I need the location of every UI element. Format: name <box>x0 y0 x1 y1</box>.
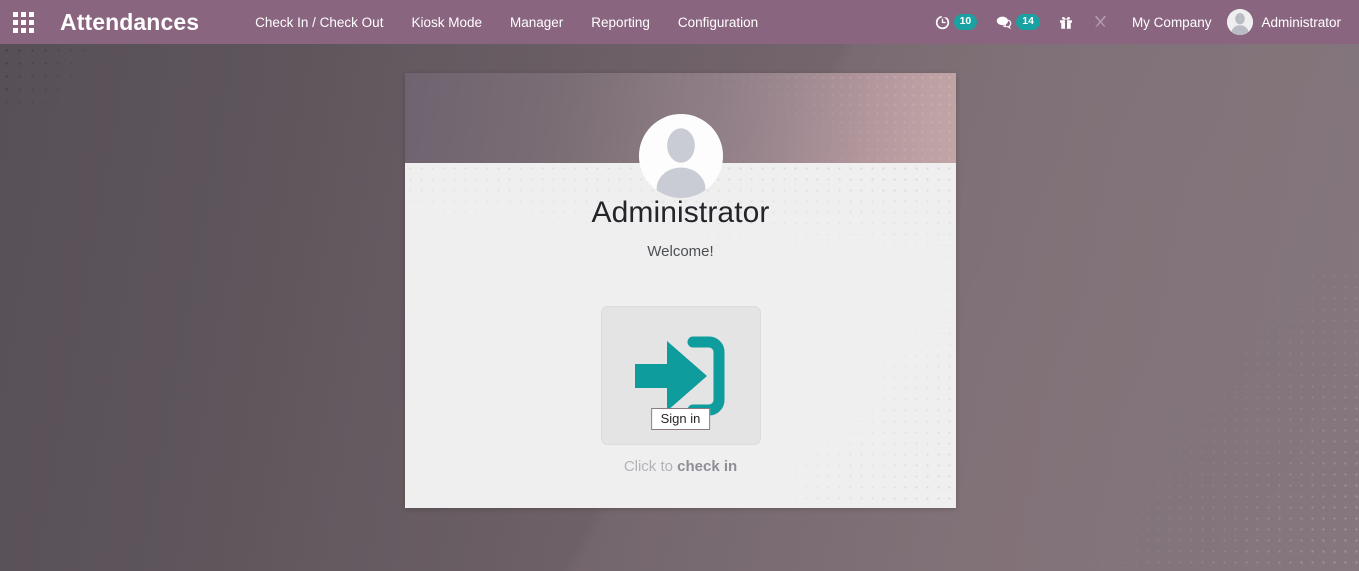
sign-in-button[interactable]: Sign in <box>601 306 761 445</box>
background-dots-bottom-right <box>999 271 1359 571</box>
card-header-text: Administrator Welcome! <box>405 196 956 260</box>
background-dots-top-left <box>0 44 150 104</box>
menu-item-kiosk-mode[interactable]: Kiosk Mode <box>397 9 496 36</box>
attendance-card: Administrator Welcome! Sign in Click to … <box>405 73 956 508</box>
menu-item-manager[interactable]: Manager <box>496 9 577 36</box>
menu-item-configuration[interactable]: Configuration <box>664 9 772 36</box>
apps-grid-icon <box>13 12 34 33</box>
messages-menu-button[interactable]: 14 <box>986 10 1049 35</box>
systray: 10 14 <box>925 6 1347 38</box>
main-menu: Check In / Check Out Kiosk Mode Manager … <box>241 9 772 36</box>
sign-in-area: Sign in <box>601 306 761 445</box>
activities-menu-button[interactable]: 10 <box>925 10 987 35</box>
activity-clock-icon <box>934 14 951 31</box>
wrench-tools-icon <box>1092 14 1109 31</box>
check-in-hint-strong: check in <box>677 458 737 475</box>
check-in-hint-prefix: Click to <box>624 458 677 475</box>
messages-chat-icon <box>995 14 1013 31</box>
user-menu-label: Administrator <box>1261 15 1341 30</box>
activities-badge-count: 10 <box>954 14 978 30</box>
messages-badge-count: 14 <box>1016 14 1040 30</box>
gift-box-icon <box>1058 14 1074 31</box>
sign-in-arrow-icon <box>631 331 731 421</box>
welcome-message: Welcome! <box>405 243 956 260</box>
debug-tools-button[interactable] <box>1083 10 1118 35</box>
check-in-hint: Click to check in <box>405 458 956 475</box>
sign-in-tooltip: Sign in <box>651 408 711 430</box>
user-menu[interactable]: Administrator <box>1223 6 1347 38</box>
employee-avatar-icon <box>639 114 723 198</box>
app-page: Attendances Check In / Check Out Kiosk M… <box>0 0 1359 571</box>
menu-item-check-in-check-out[interactable]: Check In / Check Out <box>241 9 397 36</box>
user-avatar-icon <box>1227 9 1253 35</box>
top-navbar: Attendances Check In / Check Out Kiosk M… <box>0 0 1359 44</box>
app-brand-title[interactable]: Attendances <box>60 9 199 36</box>
page-title: Administrator <box>405 196 956 231</box>
menu-item-reporting[interactable]: Reporting <box>577 9 664 36</box>
apps-menu-toggle[interactable] <box>0 0 46 44</box>
gift-menu-button[interactable] <box>1049 10 1083 35</box>
company-switcher[interactable]: My Company <box>1118 9 1224 36</box>
